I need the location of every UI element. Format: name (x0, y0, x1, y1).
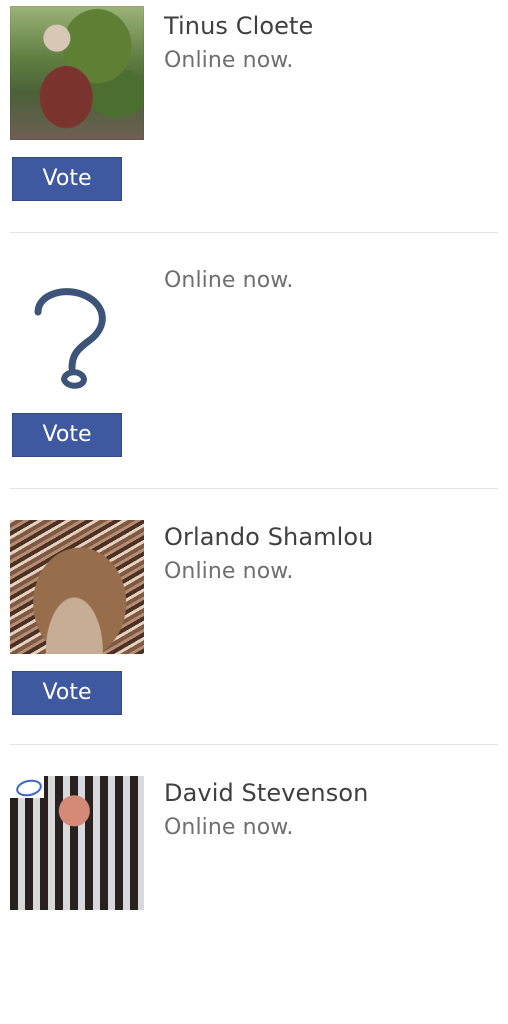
vote-button[interactable]: Vote (12, 671, 122, 715)
friend-name[interactable]: Tinus Cloete (164, 12, 313, 40)
friend-row-david-stevenson: David Stevenson Online now. (0, 768, 508, 1024)
friend-row-tinus-cloete: Tinus Cloete Online now. Vote (0, 0, 508, 256)
friend-row-orlando-shamlou: Orlando Shamlou Online now. Vote (0, 512, 508, 768)
row-divider (10, 744, 498, 745)
vote-button[interactable]: Vote (12, 157, 122, 201)
avatar[interactable] (10, 520, 144, 654)
avatar[interactable] (10, 6, 144, 140)
friend-name[interactable]: Orlando Shamlou (164, 523, 373, 551)
friend-row-unknown: Online now. Vote (0, 256, 508, 512)
vote-button[interactable]: Vote (12, 413, 122, 457)
online-status: Online now. (164, 48, 294, 73)
friend-name[interactable]: David Stevenson (164, 779, 368, 807)
row-divider (10, 488, 498, 489)
question-mark-placeholder-icon[interactable] (10, 269, 144, 403)
row-divider (10, 232, 498, 233)
online-status: Online now. (164, 559, 294, 584)
online-friends-list: Tinus Cloete Online now. Vote Online now… (0, 0, 508, 910)
online-status: Online now. (164, 815, 294, 840)
avatar[interactable] (10, 776, 144, 910)
online-status: Online now. (164, 268, 294, 293)
